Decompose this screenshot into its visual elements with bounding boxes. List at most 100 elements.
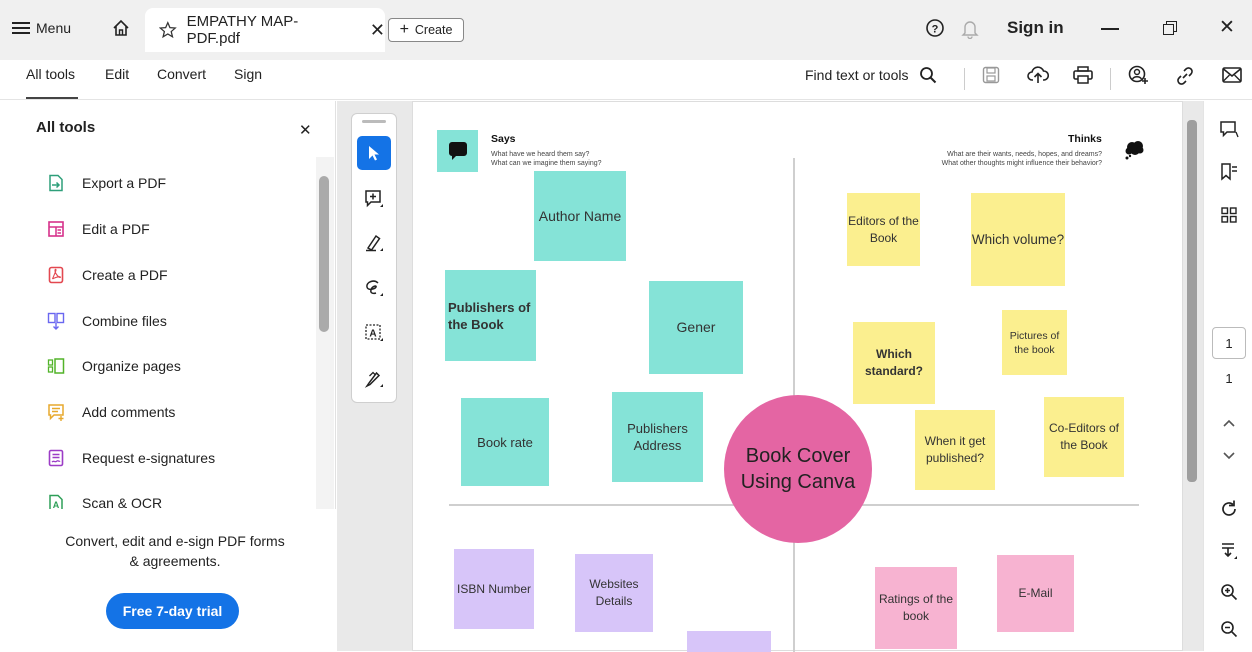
speech-bubble-icon: [448, 142, 467, 160]
tool-request-esignatures[interactable]: Request e-signatures: [46, 448, 215, 468]
sticky-isbn[interactable]: ISBN Number: [454, 549, 534, 629]
document-scrollbar-thumb[interactable]: [1187, 120, 1197, 482]
active-tab-indicator: [26, 97, 78, 99]
tool-label: Edit a PDF: [82, 221, 150, 237]
cursor-icon: [369, 146, 379, 161]
panel-title: All tools: [36, 119, 96, 136]
sticky-publishers-address[interactable]: Publishers Address: [612, 392, 703, 482]
restore-icon[interactable]: [1163, 21, 1177, 40]
tool-combine-files[interactable]: Combine files: [46, 311, 167, 331]
center-topic[interactable]: Book Cover Using Canva: [724, 395, 872, 543]
page-number-input[interactable]: 1: [1212, 327, 1246, 359]
sticky-editors[interactable]: Editors of the Book: [847, 193, 920, 266]
text-tool-button[interactable]: A: [357, 316, 391, 350]
says-heading: Says: [491, 133, 516, 145]
tool-label: Organize pages: [82, 358, 181, 374]
pdf-page[interactable]: Says What have we heard them say? What c…: [412, 101, 1183, 652]
free-trial-button[interactable]: Free 7-day trial: [106, 593, 239, 629]
tab-edit[interactable]: Edit: [105, 66, 129, 82]
add-comments-icon: [46, 402, 66, 422]
thinks-heading: Thinks: [1068, 133, 1102, 145]
organize-pages-icon: [46, 356, 66, 376]
upload-cloud-icon[interactable]: [1027, 65, 1050, 90]
sign-in-button[interactable]: Sign in: [1007, 18, 1064, 38]
menu-button[interactable]: Menu: [12, 20, 71, 36]
sticky-which-standard[interactable]: Which standard?: [853, 322, 935, 404]
create-pdf-icon: [46, 265, 66, 285]
says-badge: [437, 130, 478, 172]
home-icon: [113, 19, 129, 36]
comment-plus-icon: [365, 190, 383, 208]
svg-text:A: A: [369, 329, 376, 340]
tool-add-comments[interactable]: Add comments: [46, 402, 175, 422]
sticky-co-editors[interactable]: Co-Editors of the Book: [1044, 397, 1124, 477]
combine-files-icon: [46, 311, 66, 331]
save-icon[interactable]: [982, 66, 1000, 89]
link-icon[interactable]: [1175, 66, 1195, 91]
rotate-icon[interactable]: [1216, 496, 1242, 522]
find-label: Find text or tools: [805, 67, 909, 83]
tab-sign[interactable]: Sign: [234, 66, 262, 82]
zoom-out-icon[interactable]: [1216, 616, 1242, 642]
highlight-tool-button[interactable]: [357, 226, 391, 260]
sticky-publishers[interactable]: Publishers of the Book: [445, 270, 536, 361]
tab-title: EMPATHY MAP-PDF.pdf: [186, 13, 299, 47]
document-tab[interactable]: EMPATHY MAP-PDF.pdf ✕: [145, 8, 385, 52]
sticky-pictures[interactable]: Pictures of the book: [1002, 310, 1067, 375]
freehand-icon: [366, 280, 383, 296]
all-tools-panel: All tools ✕ Export a PDF Edit a PDF Crea…: [0, 101, 336, 651]
create-button[interactable]: + Create: [388, 18, 464, 42]
search-icon: [919, 67, 936, 84]
zoom-in-icon[interactable]: [1216, 579, 1242, 605]
notification-bell-icon[interactable]: [961, 19, 979, 44]
sticky-author-name[interactable]: Author Name: [534, 171, 626, 261]
sticky-gener[interactable]: Gener: [649, 281, 743, 374]
bookmarks-icon[interactable]: [1216, 159, 1242, 185]
draw-tool-button[interactable]: [357, 271, 391, 305]
find-tools-button[interactable]: Find text or tools: [805, 66, 937, 84]
help-icon[interactable]: ?: [925, 18, 945, 43]
tool-export-pdf[interactable]: Export a PDF: [46, 173, 166, 193]
quick-tools-bar: A: [351, 113, 397, 403]
sticky-email[interactable]: E-Mail: [997, 555, 1074, 632]
share-user-icon[interactable]: [1128, 65, 1150, 90]
email-icon[interactable]: [1222, 67, 1242, 88]
add-comment-tool-button[interactable]: [357, 182, 391, 216]
tool-label: Add comments: [82, 404, 176, 420]
tool-create-pdf[interactable]: Create a PDF: [46, 265, 168, 285]
sticky-when-published[interactable]: When it get published?: [915, 410, 995, 490]
sticky-websites[interactable]: Websites Details: [575, 554, 653, 632]
plus-icon: +: [399, 21, 409, 38]
star-icon[interactable]: [159, 21, 177, 39]
tool-organize-pages[interactable]: Organize pages: [46, 356, 181, 376]
request-esign-icon: [46, 448, 66, 468]
comments-panel-icon[interactable]: [1216, 117, 1242, 143]
create-label: Create: [414, 23, 453, 37]
print-icon[interactable]: [1073, 66, 1093, 89]
next-page-icon[interactable]: [1216, 443, 1242, 469]
select-tool-button[interactable]: [357, 136, 391, 170]
close-tab-icon[interactable]: ✕: [370, 20, 385, 41]
home-button[interactable]: [112, 19, 130, 37]
sticky-book-rate[interactable]: Book rate: [461, 398, 549, 486]
sign-tool-button[interactable]: [357, 362, 391, 396]
minimize-icon[interactable]: [1101, 28, 1119, 30]
tab-all-tools[interactable]: All tools: [26, 66, 75, 82]
tab-convert[interactable]: Convert: [157, 66, 206, 82]
title-bar: Menu EMPATHY MAP-PDF.pdf ✕ + Create ? Si…: [0, 0, 1252, 60]
previous-page-icon[interactable]: [1216, 410, 1242, 436]
thumbnails-icon[interactable]: [1216, 202, 1242, 228]
menu-label: Menu: [36, 20, 72, 36]
thought-cloud-icon: [1123, 138, 1147, 167]
drag-handle[interactable]: [362, 120, 386, 123]
sticky-partial[interactable]: [687, 631, 771, 652]
fit-page-icon[interactable]: [1216, 538, 1242, 564]
window-close-icon[interactable]: ✕: [1219, 16, 1235, 39]
sticky-ratings[interactable]: Ratings of the book: [875, 567, 957, 649]
sticky-which-volume[interactable]: Which volume?: [971, 193, 1065, 286]
toolbar-divider: [964, 68, 965, 90]
text-box-icon: A: [365, 324, 383, 341]
panel-close-icon[interactable]: ✕: [299, 121, 312, 139]
tool-edit-pdf[interactable]: Edit a PDF: [46, 219, 150, 239]
panel-scrollbar-thumb[interactable]: [319, 176, 329, 332]
